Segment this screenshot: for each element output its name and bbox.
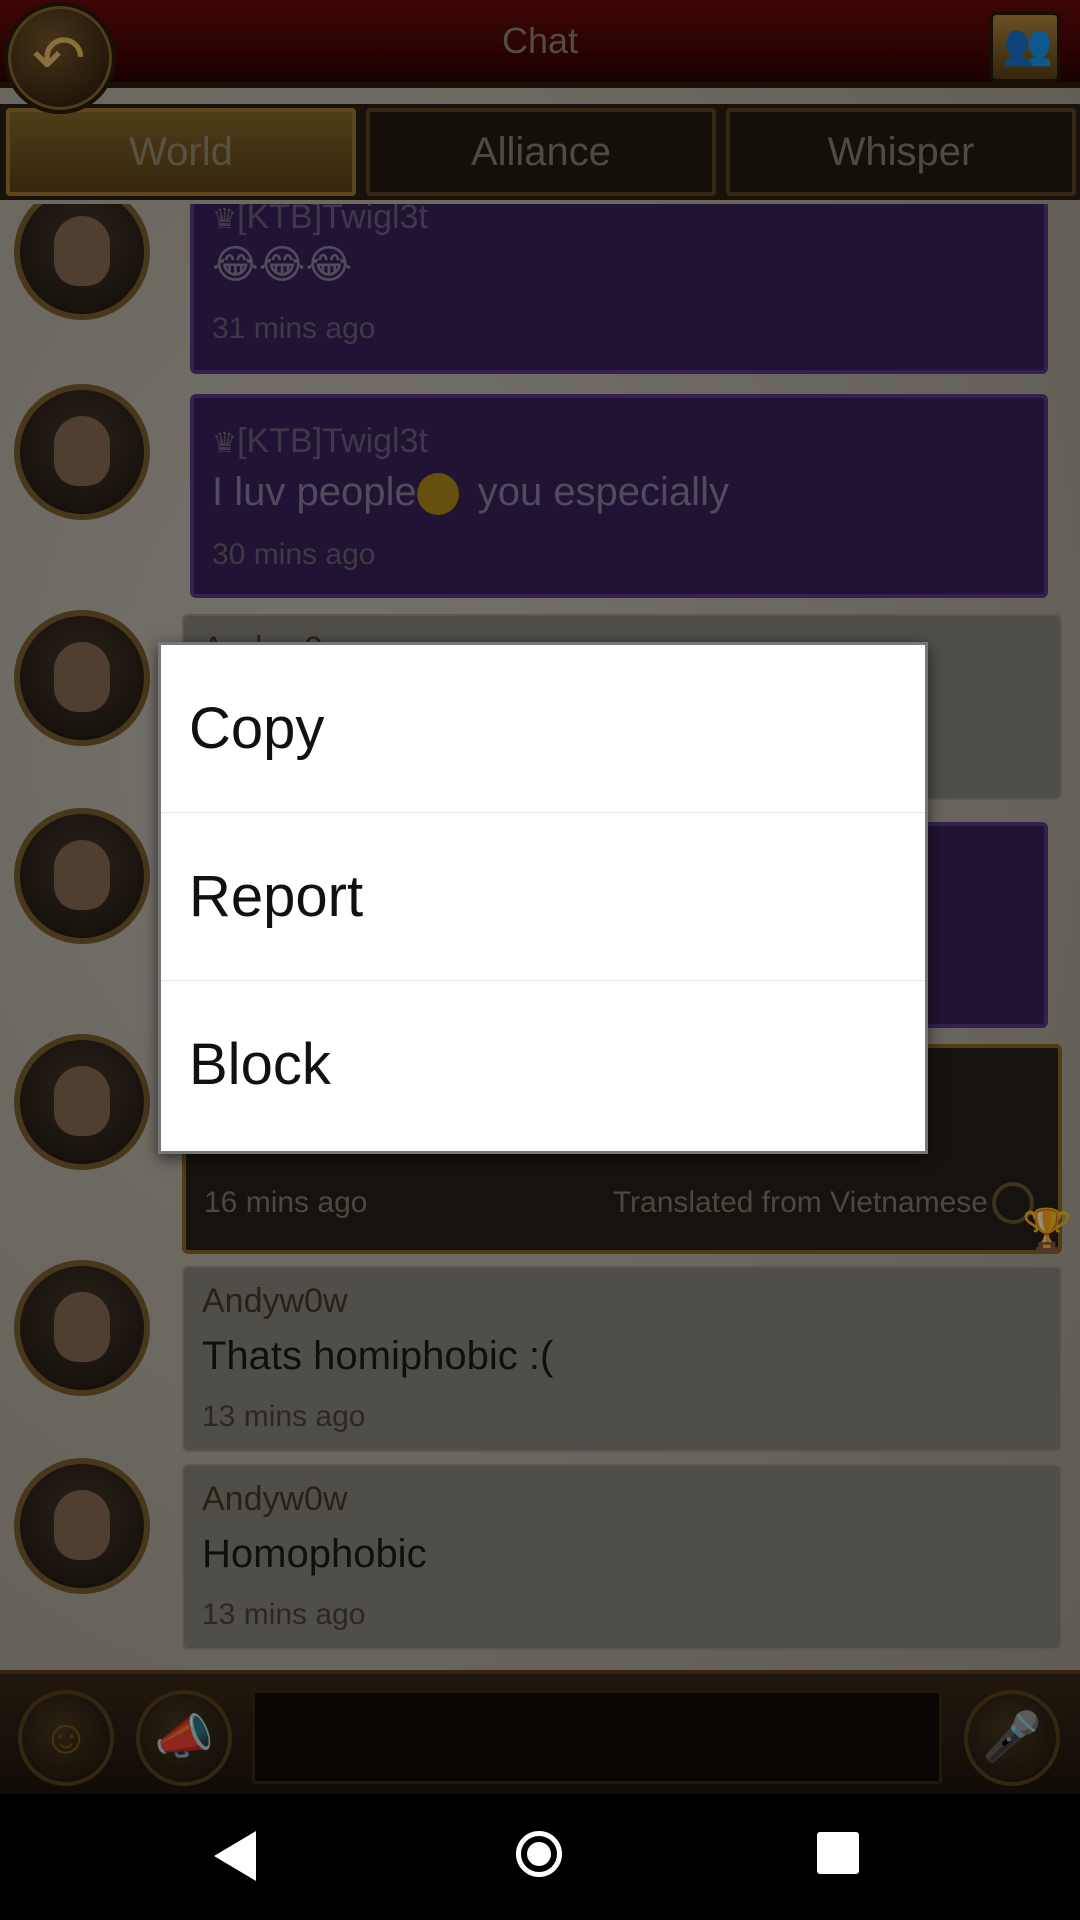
menu-item-report[interactable]: Report — [161, 813, 925, 981]
menu-item-block[interactable]: Block — [161, 981, 925, 1149]
nav-back-icon[interactable] — [214, 1831, 256, 1881]
menu-item-label: Copy — [189, 696, 325, 761]
menu-item-label: Block — [189, 1032, 331, 1097]
menu-item-copy[interactable]: Copy — [161, 645, 925, 813]
nav-recents-icon[interactable] — [817, 1832, 859, 1874]
system-nav-bar — [0, 1794, 1080, 1920]
menu-item-label: Report — [189, 864, 364, 929]
nav-home-icon[interactable] — [516, 1831, 562, 1877]
message-context-menu: Copy Report Block — [158, 642, 928, 1154]
chat-screen: Chat 👥 ↶ World Alliance Whisper ♛[KTB]Tw… — [0, 0, 1080, 1794]
